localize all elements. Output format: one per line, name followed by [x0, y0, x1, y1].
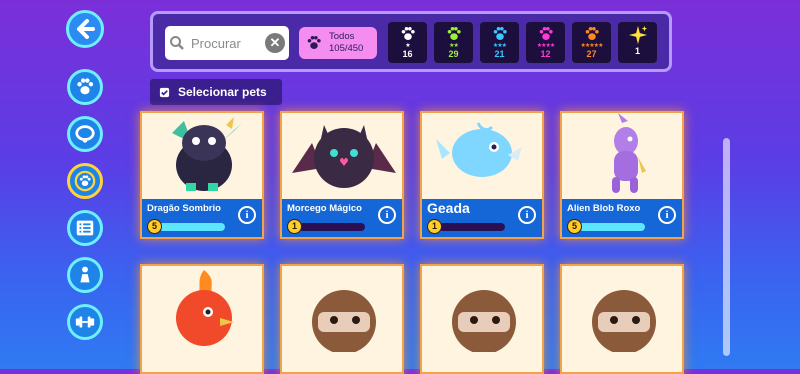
purple-alien-blob-image [612, 113, 646, 193]
level-badge: 1 [427, 219, 442, 234]
info-icon: i [385, 209, 389, 221]
filter-all-button[interactable]: Todos 105/450 [299, 27, 377, 59]
search-input[interactable]: Procurar ✕ [165, 26, 289, 60]
rarity-count: 1 [634, 46, 640, 56]
rarity-filter-special[interactable]: 1 [618, 22, 657, 63]
level-badge: 5 [147, 219, 162, 234]
pet-info-panel: Dragão Sombrio 5 i [142, 199, 262, 237]
filter-bar: Procurar ✕ Todos 105/450 ★ 16 ★★ 29 ★★★ … [150, 11, 672, 72]
collar-icon [75, 125, 95, 143]
filter-all-count: 105/450 [329, 43, 364, 54]
paw-icon [539, 26, 553, 40]
rarity-filter-3[interactable]: ★★★ 21 [480, 22, 519, 63]
sidebar-paw-ring-button[interactable] [67, 163, 103, 199]
pet-card[interactable] [560, 264, 684, 374]
monkey-image [452, 290, 516, 352]
xp-bar [299, 223, 365, 231]
sidebar-list-button[interactable] [67, 210, 103, 246]
xp-bar [439, 223, 505, 231]
paw-icon [401, 26, 415, 40]
xp-bar-fill [159, 223, 225, 231]
xp-bar [159, 223, 225, 231]
level-badge: 1 [287, 219, 302, 234]
pet-card[interactable] [420, 264, 544, 374]
paw-icon [77, 78, 94, 95]
close-icon: ✕ [269, 35, 281, 50]
pet-name: Alien Blob Roxo [567, 203, 641, 214]
search-icon [170, 36, 184, 50]
dumbbell-icon [75, 316, 95, 328]
info-button[interactable]: i [378, 206, 396, 224]
monkey-image [312, 290, 376, 352]
frost-creature-image [436, 122, 522, 177]
paw-icon [493, 26, 507, 40]
info-icon: i [525, 209, 529, 221]
search-placeholder: Procurar [191, 35, 241, 51]
pet-name: Geada [427, 200, 470, 216]
info-button[interactable]: i [238, 206, 256, 224]
pet-card[interactable]: Dragão Sombrio 5 i [140, 111, 264, 239]
pet-info-panel: Morcego Mágico 1 i [282, 199, 402, 237]
info-icon: i [245, 209, 249, 221]
xp-bar-fill [579, 223, 645, 231]
select-pets-label: Selecionar pets [178, 85, 267, 99]
rarity-count: 21 [494, 49, 505, 59]
paw-icon [447, 26, 461, 40]
pet-card[interactable]: Geada 1 i [420, 111, 544, 239]
scrollbar[interactable] [723, 138, 730, 356]
back-button[interactable] [66, 10, 104, 48]
dark-dragon-image [172, 117, 242, 191]
rarity-filter-2[interactable]: ★★ 29 [434, 22, 473, 63]
sidebar-pets-button[interactable] [67, 69, 103, 105]
xp-bar [579, 223, 645, 231]
rarity-count: 27 [586, 49, 597, 59]
paw-icon [585, 26, 599, 40]
pet-card[interactable]: Morcego Mágico 1 i [280, 111, 404, 239]
pet-info-panel: Geada 1 i [422, 199, 542, 237]
magic-bat-image [292, 125, 396, 188]
rarity-count: 12 [540, 49, 551, 59]
rarity-count: 16 [402, 49, 413, 59]
rarity-count: 29 [448, 49, 459, 59]
level-badge: 5 [567, 219, 582, 234]
info-button[interactable]: i [518, 206, 536, 224]
clear-search-button[interactable]: ✕ [265, 33, 285, 53]
checkbox-icon [159, 87, 170, 97]
list-icon [76, 220, 94, 236]
paw-ring-icon [74, 170, 96, 192]
pet-card[interactable] [280, 264, 404, 374]
person-icon [80, 266, 90, 283]
sparkle-icon [628, 25, 647, 45]
monkey-image [592, 290, 656, 352]
rarity-filter-5[interactable]: ★★★★★ 27 [572, 22, 611, 63]
pet-card[interactable] [140, 264, 264, 374]
pet-name: Dragão Sombrio [147, 203, 221, 214]
pet-info-panel: Alien Blob Roxo 5 i [562, 199, 682, 237]
pet-card[interactable]: Alien Blob Roxo 5 i [560, 111, 684, 239]
sidebar-collar-button[interactable] [67, 116, 103, 152]
fire-bird-image [176, 270, 234, 346]
rarity-filter-1[interactable]: ★ 16 [388, 22, 427, 63]
paw-icon [307, 35, 321, 49]
info-icon: i [665, 209, 669, 221]
select-pets-button[interactable]: Selecionar pets [150, 79, 282, 105]
arrow-left-icon [77, 19, 95, 39]
info-button[interactable]: i [658, 206, 676, 224]
pet-name: Morcego Mágico [287, 203, 362, 214]
sidebar-person-button[interactable] [67, 257, 103, 293]
sidebar-training-button[interactable] [67, 304, 103, 340]
rarity-filter-4[interactable]: ★★★★ 12 [526, 22, 565, 63]
filter-all-label: Todos [329, 31, 355, 42]
